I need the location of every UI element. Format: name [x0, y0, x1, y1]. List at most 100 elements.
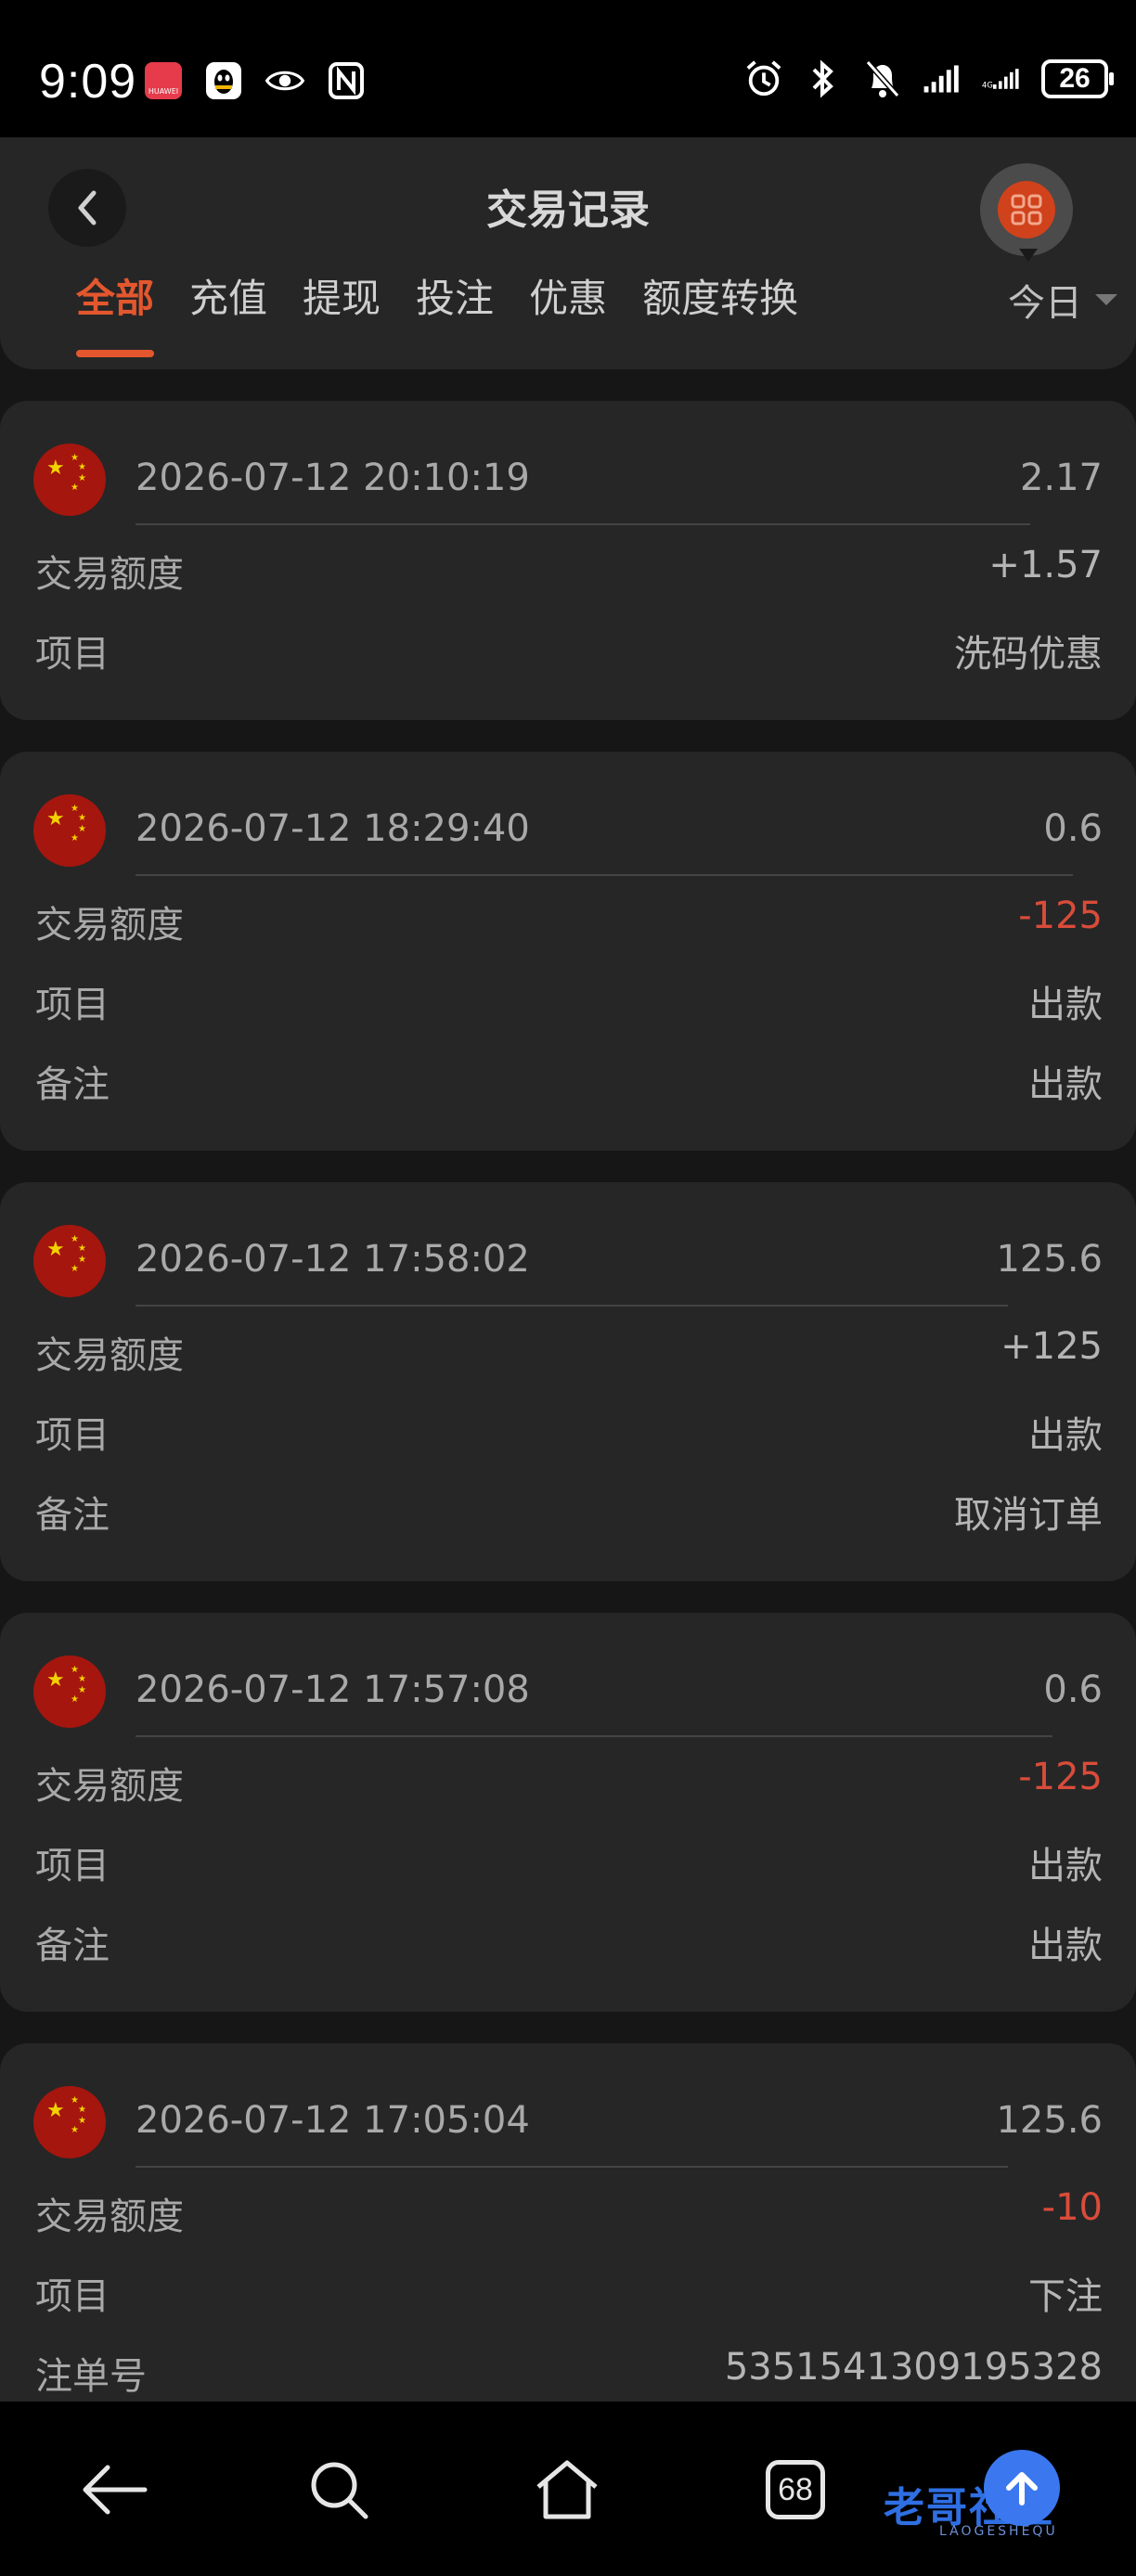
record-row: 项目 下注 [35, 2266, 1103, 2318]
status-icons-right: 4G 26 [744, 59, 1114, 98]
battery-level: 26 [1059, 63, 1091, 94]
record-time: 2026-07-12 18:29:40 [136, 807, 530, 850]
record-card[interactable]: ★ ★ ★ ★ ★ 2026-07-12 20:10:19 2.17 交易额度 +1.5… [0, 401, 1136, 720]
record-balance: 125.6 [996, 2099, 1103, 2142]
record-row: 交易额度 -125 [35, 1756, 1103, 1808]
alarm-icon [744, 59, 783, 98]
date-filter-label: 今日 [1008, 282, 1082, 325]
page-title: 交易记录 [486, 187, 650, 234]
row-label: 交易额度 [35, 553, 184, 596]
scroll-top-button[interactable] [984, 2450, 1060, 2526]
screen: 9:09 HUAWEI 4G 26 交易记录 全部 充值 提现 投注 优惠 额度… [0, 0, 1136, 2576]
record-card[interactable]: ★ ★ ★ ★ ★ 2026-07-12 17:58:02 125.6 交易额度 +12… [0, 1182, 1136, 1581]
tab-recharge[interactable]: 充值 [189, 267, 267, 355]
row-label: 项目 [35, 1845, 110, 1887]
nav-back-button[interactable] [72, 2448, 156, 2531]
row-label: 注单号 [35, 2355, 147, 2398]
row-value: 出款 [1028, 984, 1103, 1026]
row-value: -125 [1018, 895, 1103, 937]
filter-tabs: 全部 充值 提现 投注 优惠 额度转换 [76, 267, 798, 357]
row-value: 取消订单 [954, 1494, 1103, 1537]
menu-button-inner [998, 181, 1055, 238]
record-time: 2026-07-12 17:05:04 [136, 2099, 530, 2142]
row-label: 交易额度 [35, 1334, 184, 1377]
tab-promo[interactable]: 优惠 [529, 267, 607, 355]
signal-2-icon: 4G [982, 59, 1021, 98]
record-balance: 2.17 [1019, 457, 1103, 499]
bluetooth-icon [804, 59, 843, 98]
record-balance: 0.6 [1043, 807, 1103, 850]
row-value: 出款 [1028, 1414, 1103, 1457]
row-value: -10 [1041, 2186, 1103, 2229]
row-label: 项目 [35, 984, 110, 1026]
mute-bell-icon [863, 59, 902, 98]
row-label: 项目 [35, 633, 110, 676]
record-row: 项目 出款 [35, 974, 1103, 1026]
nfc-icon [327, 61, 366, 100]
china-flag-icon: ★ ★ ★ ★ ★ [33, 1225, 106, 1297]
home-icon [536, 2460, 598, 2519]
status-icons-left: HUAWEI [145, 61, 366, 100]
system-navbar: 68 老哥社区 LAOGESHEQU [0, 2402, 1136, 2576]
record-time: 2026-07-12 17:57:08 [136, 1668, 530, 1711]
record-balance: 0.6 [1043, 1668, 1103, 1711]
tab-withdraw[interactable]: 提现 [303, 267, 381, 355]
record-row: 交易额度 -10 [35, 2186, 1103, 2238]
menu-pointer [1019, 249, 1038, 262]
divider [136, 1735, 1052, 1737]
record-header: ★ ★ ★ ★ ★ 2026-07-12 17:58:02 125.6 [33, 1225, 1103, 1299]
record-balance: 125.6 [996, 1238, 1103, 1281]
china-flag-icon: ★ ★ ★ ★ ★ [33, 1655, 106, 1728]
row-value: 5351541309195328 [724, 2346, 1103, 2389]
record-row: 项目 出款 [35, 1835, 1103, 1887]
record-row: 备注 出款 [35, 1054, 1103, 1106]
row-value: -125 [1018, 1756, 1103, 1798]
row-label: 项目 [35, 2275, 110, 2318]
china-flag-icon: ★ ★ ★ ★ ★ [33, 794, 106, 867]
record-row: 交易额度 +125 [35, 1325, 1103, 1377]
row-label: 备注 [35, 1063, 110, 1106]
nav-search-button[interactable] [297, 2448, 381, 2531]
tab-transfer[interactable]: 额度转换 [642, 267, 798, 355]
arrow-left-icon [83, 2465, 148, 2515]
record-time: 2026-07-12 17:58:02 [136, 1238, 530, 1281]
record-row: 项目 出款 [35, 1405, 1103, 1457]
record-row: 交易额度 +1.57 [35, 544, 1103, 596]
divider [136, 523, 1030, 525]
eye-icon [265, 61, 304, 100]
row-value: 出款 [1028, 1063, 1103, 1106]
divider [136, 1305, 1008, 1307]
signal-icon [923, 59, 962, 98]
nav-tabs-button[interactable]: 68 [754, 2448, 837, 2531]
menu-button[interactable] [980, 163, 1073, 262]
app-header: 交易记录 全部 充值 提现 投注 优惠 额度转换 今日 [0, 137, 1136, 369]
record-card[interactable]: ★ ★ ★ ★ ★ 2026-07-12 17:57:08 0.6 交易额度 -125 … [0, 1613, 1136, 2012]
arrow-up-icon [1006, 2472, 1038, 2505]
record-header: ★ ★ ★ ★ ★ 2026-07-12 18:29:40 0.6 [33, 794, 1103, 869]
row-label: 备注 [35, 1925, 110, 1967]
row-label: 备注 [35, 1494, 110, 1537]
record-row: 备注 取消订单 [35, 1485, 1103, 1537]
nav-home-button[interactable] [525, 2448, 609, 2531]
date-filter-dropdown[interactable]: 今日 [1008, 273, 1117, 327]
row-label: 交易额度 [35, 904, 184, 947]
tab-all[interactable]: 全部 [76, 267, 155, 357]
record-card[interactable]: ★ ★ ★ ★ ★ 2026-07-12 18:29:40 0.6 交易额度 -125 … [0, 752, 1136, 1151]
record-time: 2026-07-12 20:10:19 [136, 457, 530, 499]
china-flag-icon: ★ ★ ★ ★ ★ [33, 2086, 106, 2158]
china-flag-icon: ★ ★ ★ ★ ★ [33, 444, 106, 516]
record-row: 备注 出款 [35, 1915, 1103, 1967]
row-value: 出款 [1028, 1845, 1103, 1887]
tab-bet[interactable]: 投注 [416, 267, 494, 355]
battery-icon: 26 [1041, 59, 1114, 98]
record-card[interactable]: ★ ★ ★ ★ ★ 2026-07-12 17:05:04 125.6 交易额度 -10… [0, 2043, 1136, 2442]
huawei-label: HUAWEI [148, 87, 179, 96]
record-row: 注单号 5351541309195328 [35, 2346, 1103, 2398]
row-value: 出款 [1028, 1925, 1103, 1967]
row-value: +1.57 [988, 544, 1103, 586]
row-label: 交易额度 [35, 1765, 184, 1808]
caret-down-icon [1095, 294, 1117, 305]
grid-icon [1011, 194, 1042, 225]
huawei-app-icon: HUAWEI [145, 62, 182, 99]
row-label: 项目 [35, 1414, 110, 1457]
